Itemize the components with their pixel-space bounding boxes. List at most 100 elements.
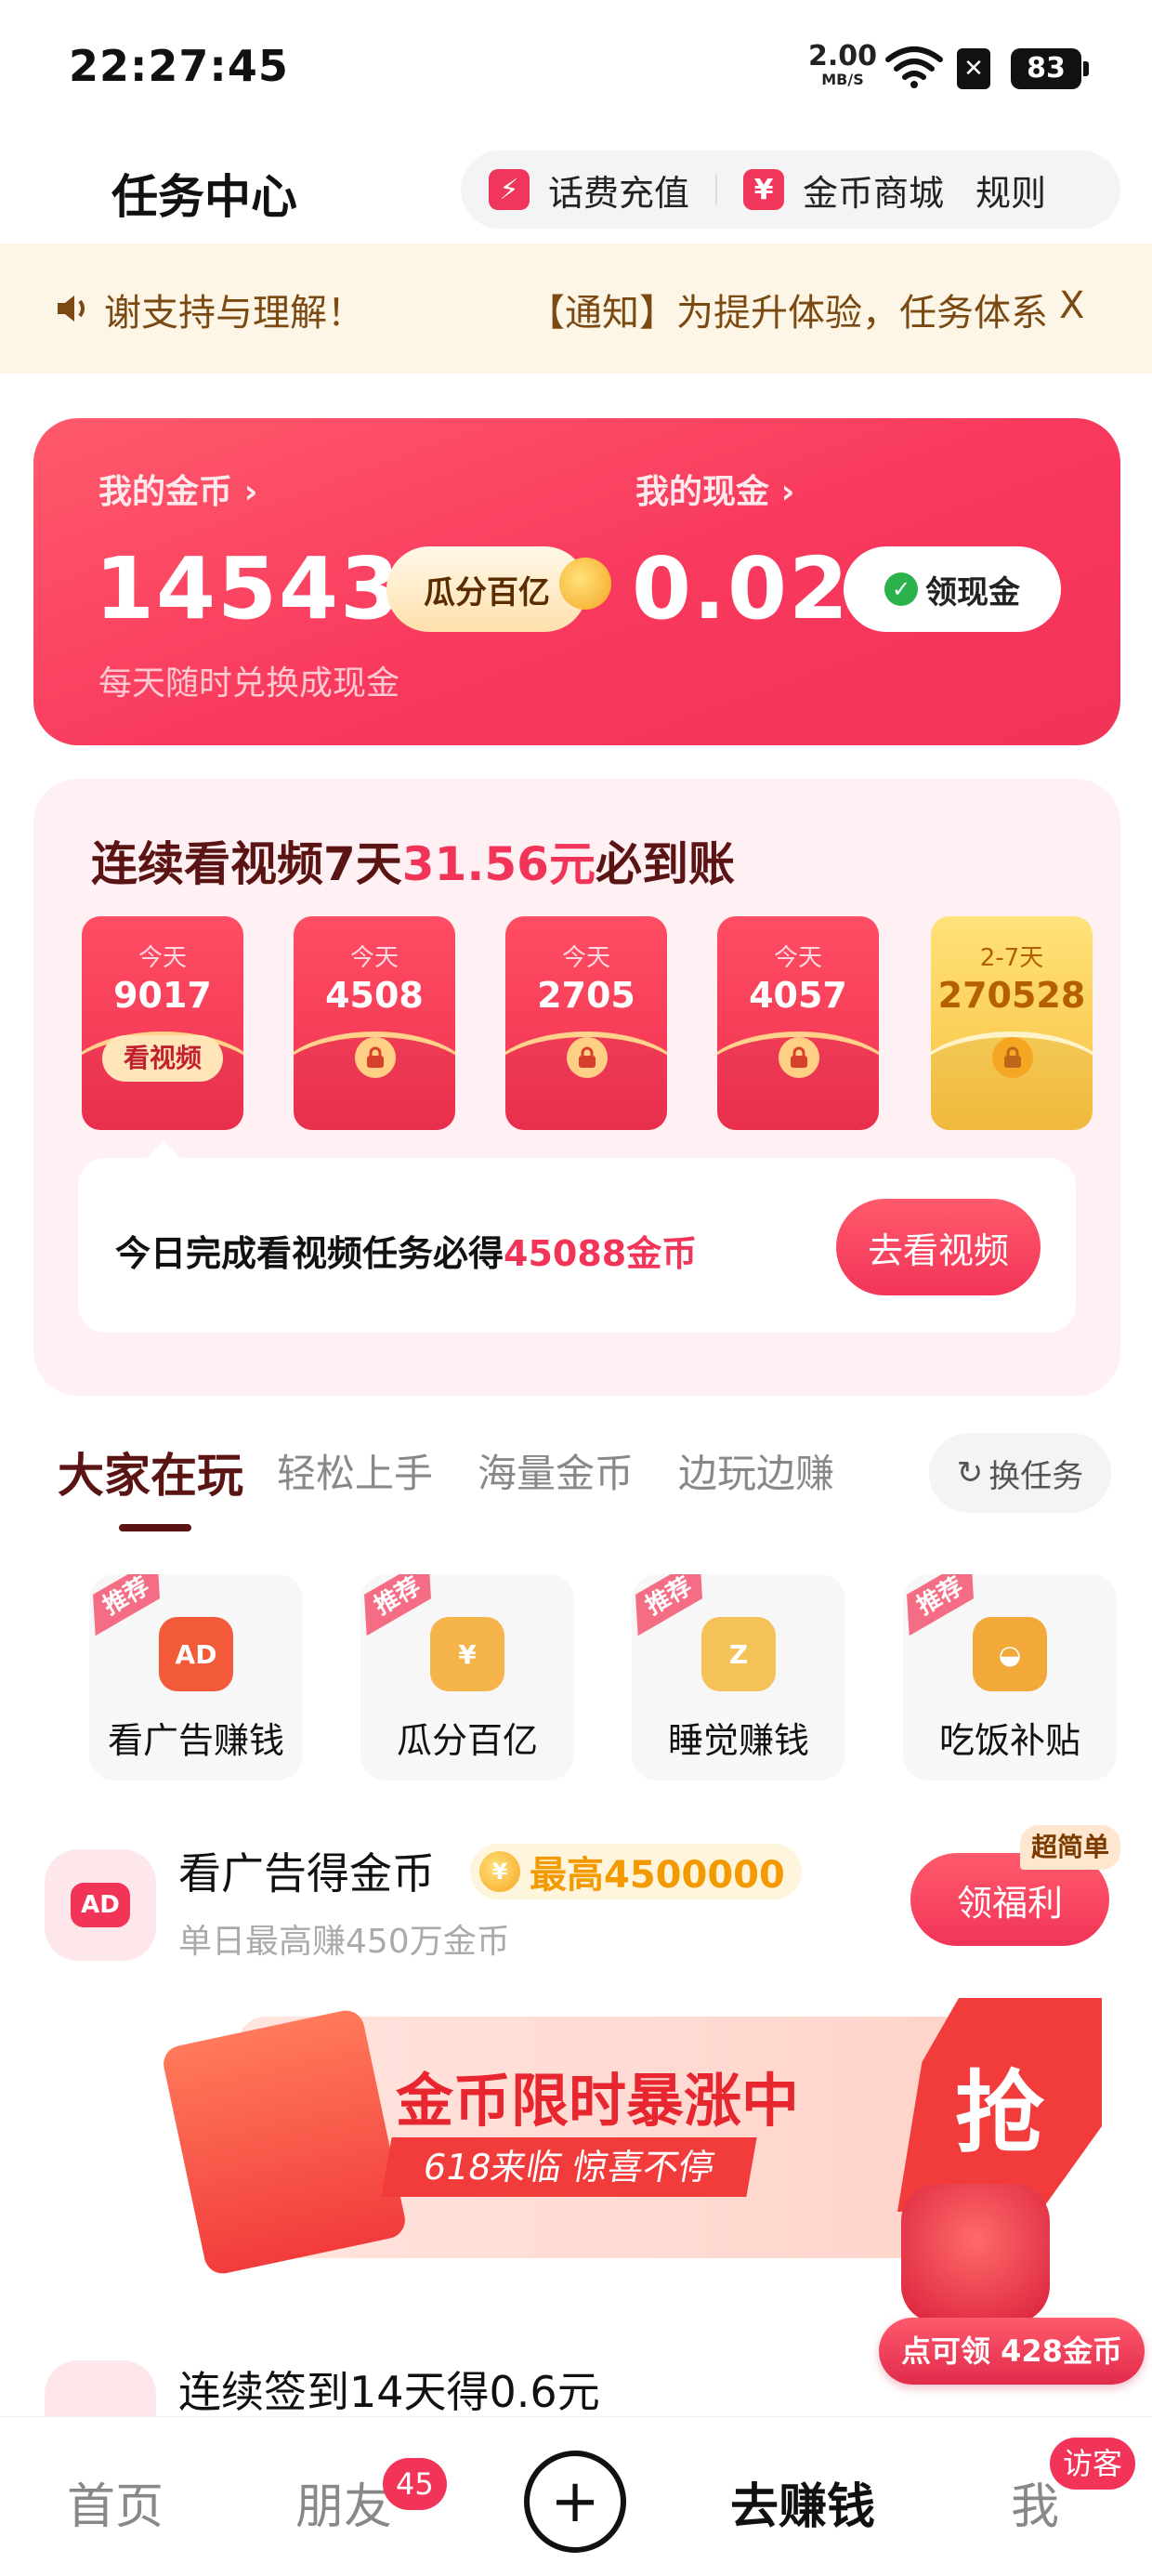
envelope-day-label: 今天	[773, 944, 822, 972]
page-title: 任务中心	[111, 170, 297, 224]
friends-badge: 45	[383, 2458, 447, 2510]
streak-title-suffix: 必到账	[595, 837, 735, 891]
envelope-day-1[interactable]: 今天 9017 看视频	[82, 916, 243, 1130]
notice-text-tail: 谢支持与理解！	[104, 292, 364, 335]
envelope-day-3: 今天 2705	[505, 916, 667, 1130]
task-center-screen: 22:27:45 2.00 MB/S ✕ 83 任务中心 ⚡ 话费充值 ¥ 金币…	[0, 0, 1152, 2576]
featured-label: 看广告赚钱	[107, 1720, 284, 1761]
banner-title: 金币限时暴涨中	[396, 2067, 800, 2135]
network-speed-value: 2.00	[808, 40, 878, 72]
food-bowl-icon: ◒	[973, 1617, 1047, 1691]
featured-share-billions[interactable]: 推荐 ¥ 瓜分百亿	[360, 1574, 574, 1781]
coin-hand-icon: ¥	[430, 1617, 504, 1691]
featured-label: 睡觉赚钱	[667, 1720, 809, 1761]
tab-lots-of-coins[interactable]: 海量金币	[478, 1442, 634, 1499]
banner-subtitle: 618来临 惊喜不停	[381, 2137, 757, 2197]
envelope-day-label: 今天	[561, 944, 610, 972]
coin-icon: ¥	[479, 1851, 520, 1892]
nav-friends[interactable]: 朋友	[295, 2467, 392, 2537]
streak-reward-prefix: 今日完成看视频任务必得	[115, 1233, 504, 1274]
status-bar: 22:27:45 2.00 MB/S ✕ 83	[0, 0, 1152, 130]
ad-icon: AD	[45, 1849, 156, 1961]
featured-sleep-earn[interactable]: 推荐 Z 睡觉赚钱	[632, 1574, 845, 1781]
coin-mall-label: 金币商城	[803, 172, 945, 214]
coin-card: 我的金币 › 14543 瓜分百亿 我的现金 › 0.02 ✓ 领现金 每天随时…	[33, 418, 1120, 745]
rules-link[interactable]: 规则	[975, 164, 1046, 216]
nav-earn[interactable]: 去赚钱	[730, 2467, 875, 2537]
ad-icon-text: AD	[71, 1883, 130, 1927]
sleeping-icon: Z	[701, 1617, 776, 1691]
my-cash-link[interactable]: 我的现金 ›	[635, 465, 794, 513]
claim-cash-button[interactable]: ✓ 领现金	[844, 546, 1061, 632]
rules-label: 规则	[975, 172, 1047, 214]
nav-me[interactable]: 我	[1011, 2467, 1059, 2537]
envelope-day-2: 今天 4508	[294, 916, 455, 1130]
nav-home[interactable]: 首页	[67, 2467, 164, 2537]
network-speed-unit: MB/S	[821, 71, 864, 88]
my-coins-link[interactable]: 我的金币 ›	[98, 465, 257, 513]
cash-value: 0.02	[632, 539, 850, 638]
envelope-coins: 4508	[325, 975, 424, 1016]
envelope-coins: 270528	[937, 975, 1086, 1016]
coin-mall-icon: ¥	[743, 169, 785, 210]
featured-tasks: 推荐 AD 看广告赚钱 推荐 ¥ 瓜分百亿 推荐 Z 睡觉赚钱 推荐 ◒ 吃饭补…	[0, 1574, 1152, 1788]
streak-reward-bubble: 今日完成看视频任务必得45088金币 去看视频	[78, 1158, 1076, 1333]
no-sim-icon: ✕	[957, 48, 990, 89]
ad-tv-icon: AD	[159, 1617, 233, 1691]
lock-icon	[567, 1037, 608, 1078]
phone-topup-link[interactable]: ⚡ 话费充值	[489, 164, 689, 216]
wifi-icon	[885, 46, 943, 88]
envelope-day-4: 今天 4057	[717, 916, 879, 1130]
my-coins-label: 我的金币	[98, 473, 233, 511]
my-cash-label: 我的现金	[635, 473, 770, 511]
lock-icon	[779, 1037, 819, 1078]
streak-reward-amount: 45088金币	[504, 1233, 698, 1274]
refresh-tasks-label: 换任务	[988, 1457, 1084, 1495]
notice-bar: 谢支持与理解！ 【通知】为提升体验，任务体系 X	[0, 243, 1152, 374]
floating-reward-button[interactable]: 点可领 428金币	[879, 2318, 1145, 2385]
streak-title-amount: 31.56元	[401, 837, 596, 891]
watch-video-button[interactable]: 看视频	[102, 1035, 223, 1082]
featured-label: 吃饭补贴	[938, 1720, 1080, 1761]
task-subtitle: 单日最高赚450万金币	[178, 1923, 510, 1961]
bottom-nav: 首页 朋友 45 + 去赚钱 我 访客	[0, 2416, 1152, 2576]
share-billions-button[interactable]: 瓜分百亿	[386, 546, 587, 632]
checkin-task-title: 连续签到14天得0.6元	[178, 2367, 600, 2417]
speaker-icon	[58, 296, 85, 322]
featured-label: 瓜分百亿	[396, 1720, 538, 1761]
coin-card-subtitle: 每天随时兑换成现金	[98, 664, 400, 703]
battery-icon: 83	[1011, 48, 1089, 89]
header-actions: ⚡ 话费充值 ¥ 金币商城 规则	[461, 151, 1120, 229]
network-speed: 2.00 MB/S	[808, 43, 877, 87]
visitor-badge: 访客	[1050, 2438, 1136, 2490]
envelope-day-label: 今天	[349, 944, 399, 972]
envelope-days-2-7: 2-7天 270528	[931, 916, 1093, 1130]
super-easy-tag: 超简单	[1020, 1825, 1121, 1870]
go-watch-video-button[interactable]: 去看视频	[836, 1199, 1041, 1295]
chevron-right-icon: ›	[243, 473, 258, 511]
notice-close-button[interactable]: X	[1059, 284, 1084, 327]
featured-watch-ads[interactable]: 推荐 AD 看广告赚钱	[89, 1574, 303, 1781]
phone-topup-icon: ⚡	[489, 169, 530, 210]
tab-play-and-earn[interactable]: 边玩边赚	[678, 1442, 834, 1499]
streak-title: 连续看视频7天31.56元必到账	[91, 827, 735, 894]
coin-mall-link[interactable]: ¥ 金币商城	[743, 164, 944, 216]
bubble-pointer	[145, 1141, 182, 1160]
task-watch-ads: AD 看广告得金币 ¥ 最高4500000 单日最高赚450万金币 领福利 超简…	[0, 1812, 1152, 1989]
video-streak-card: 连续看视频7天31.56元必到账 今天 9017 看视频 今天 4508 今天 …	[33, 779, 1120, 1396]
envelope-day-label: 2-7天	[979, 944, 1044, 972]
envelope-day-label: 今天	[137, 944, 187, 972]
plus-icon[interactable]: +	[524, 2451, 626, 2553]
featured-meal-subsidy[interactable]: 推荐 ◒ 吃饭补贴	[903, 1574, 1117, 1781]
tab-everyone-playing[interactable]: 大家在玩	[58, 1439, 243, 1505]
coins-value: 14543	[95, 539, 402, 638]
refresh-tasks-button[interactable]: ↻ 换任务	[929, 1433, 1111, 1513]
coin-stack-icon	[559, 558, 611, 610]
task-tabs: 大家在玩 轻松上手 海量金币 边玩边赚 ↻ 换任务	[0, 1431, 1152, 1543]
max-reward-badge: ¥ 最高4500000	[470, 1844, 802, 1899]
max-reward-label: 最高4500000	[530, 1854, 785, 1897]
tab-easy-start[interactable]: 轻松上手	[277, 1442, 433, 1499]
claim-cash-label: 领现金	[925, 573, 1020, 611]
gift-box-icon[interactable]	[901, 2184, 1050, 2323]
envelope-coins: 9017	[113, 975, 212, 1016]
